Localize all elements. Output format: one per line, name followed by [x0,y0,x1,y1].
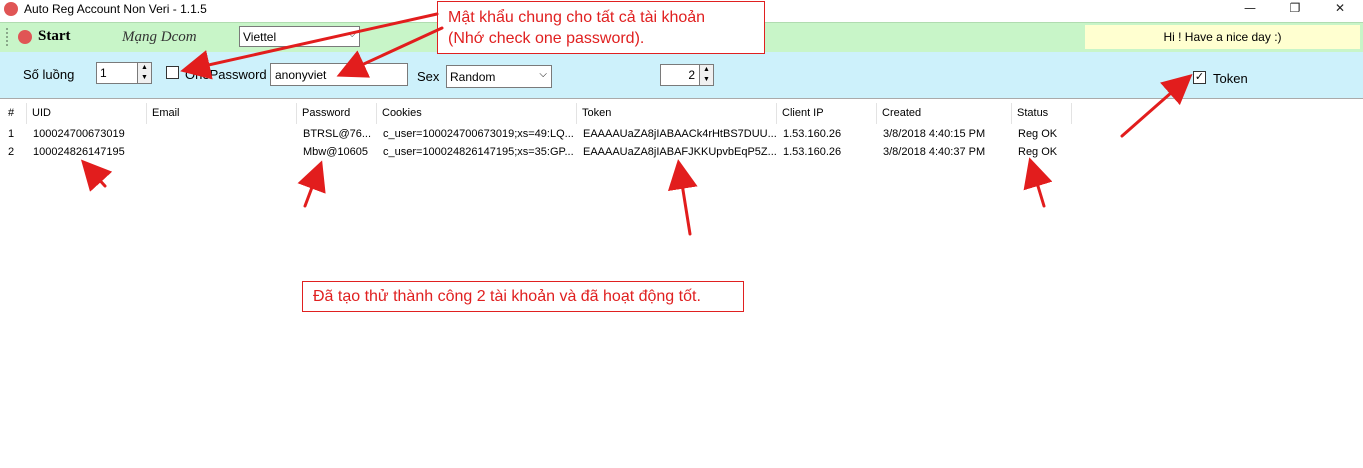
spin-down-icon[interactable]: ▼ [699,75,713,85]
annotation-text: Đã tạo thử thành công 2 tài khoản và đã … [313,288,701,305]
table-cell: Mbw@10605 [303,146,368,158]
start-label: Start [38,28,71,44]
sex-label: Sex [417,69,440,84]
table-cell: EAAAAUaZA8jIABAFJKKUpvbEqP5Z... [583,146,776,158]
threads-value: 1 [100,66,107,80]
spin-up-icon[interactable]: ▲ [699,65,713,75]
password-input[interactable]: anonyviet [270,63,408,86]
sex-select-value: Random [450,70,496,84]
close-button[interactable]: ✕ [1320,0,1360,18]
column-header-email[interactable]: Email [147,103,297,124]
app-icon [4,2,18,16]
network-select[interactable]: Viettel ⌵ [239,26,360,47]
column-header-index[interactable]: # [3,103,27,124]
threads-stepper[interactable]: 1 ▲ ▼ [96,62,152,84]
annotation-text: (Nhớ check one password). [448,30,645,47]
table-cell: 2 [8,146,15,158]
annotation-callout-password: Mật khẩu chung cho tất cả tài khoản (Nhớ… [437,1,765,54]
network-label: Mạng Dcom [122,29,197,45]
column-header-cookies[interactable]: Cookies [377,103,577,124]
table-cell: 1 [8,128,15,140]
table-cell: 100024826147195 [33,146,125,158]
table-cell: c_user=100024700673019;xs=49:LQ... [383,128,574,140]
start-icon [18,30,32,44]
spin-up-icon[interactable]: ▲ [137,63,151,73]
greeting-banner: Hi ! Have a nice day :) [1085,25,1360,49]
toolbar-grip [6,28,10,46]
password-value: anonyviet [275,68,327,82]
table-cell: Reg OK [1018,128,1058,140]
table-cell: BTRSL@76... [303,128,372,140]
chevron-down-icon: ⌵ [348,29,356,40]
threads-label: Số luồng [23,67,75,82]
column-header-password[interactable]: Password [297,103,377,124]
table-cell: 1.53.160.26 [783,128,842,140]
table-cell: 100024700673019 [33,128,125,140]
column-header-uid[interactable]: UID [27,103,147,124]
token-label: Token [1213,71,1248,86]
annotation-callout-success: Đã tạo thử thành công 2 tài khoản và đã … [302,281,744,312]
table-cell: EAAAAUaZA8jIABAACk4rHtBS7DUU... [583,128,776,140]
column-header-status[interactable]: Status [1012,103,1072,124]
annotation-text: Mật khẩu chung cho tất cả tài khoản [448,9,706,26]
count-stepper[interactable]: 2 ▲ ▼ [660,64,714,86]
window-title: Auto Reg Account Non Veri - 1.1.5 [24,2,207,16]
column-header-created[interactable]: Created [877,103,1012,124]
onepassword-checkbox[interactable] [166,66,179,79]
count-value: 2 [688,68,695,82]
table-cell: 3/8/2018 4:40:15 PM [883,128,986,140]
spin-down-icon[interactable]: ▼ [137,73,151,83]
minimize-button[interactable]: — [1230,0,1270,18]
table-cell: 3/8/2018 4:40:37 PM [883,146,986,158]
table-cell: Reg OK [1018,146,1058,158]
start-button[interactable]: Start [18,27,86,47]
network-select-value: Viettel [243,30,277,44]
table-cell: 1.53.160.26 [783,146,842,158]
sex-select[interactable]: Random ⌵ [446,65,552,88]
chevron-down-icon: ⌵ [539,69,547,80]
maximize-button[interactable]: ❐ [1275,0,1315,18]
table-cell: c_user=100024826147195;xs=35:GP... [383,146,574,158]
column-header-token[interactable]: Token [577,103,777,124]
onepassword-label: OnePassword [185,67,267,82]
token-checkbox[interactable]: ✓ [1193,71,1206,84]
column-header-client-ip[interactable]: Client IP [777,103,877,124]
